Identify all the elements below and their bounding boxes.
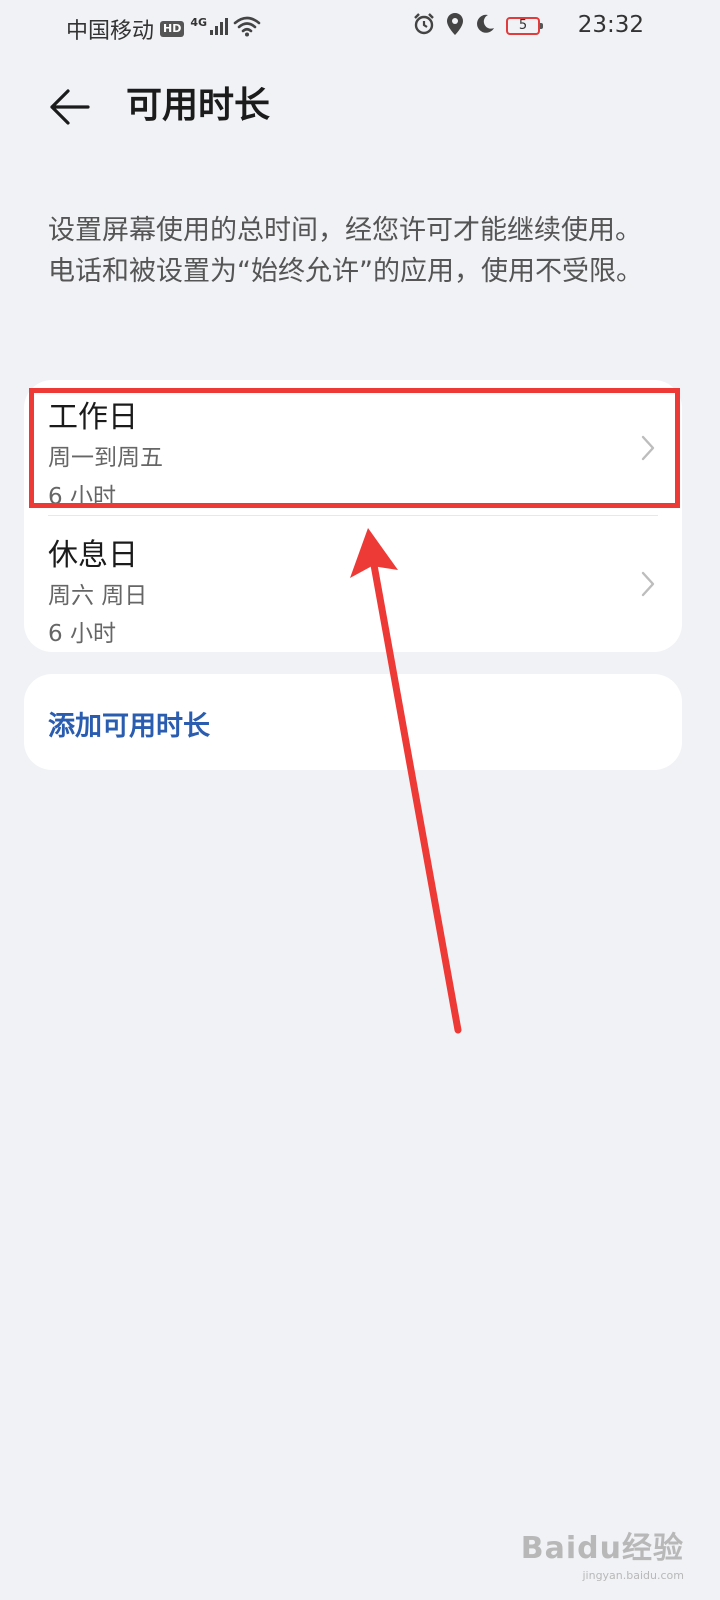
schedule-duration: 6 小时: [48, 621, 116, 647]
status-bar: 中国移动 HD 4G 5 23:32: [0, 0, 720, 54]
arrow-left-icon: [50, 89, 90, 125]
back-button[interactable]: [44, 84, 94, 130]
carrier-name: 中国移动: [66, 19, 155, 44]
schedule-title: 休息日: [48, 538, 138, 573]
chevron-right-icon: [641, 571, 655, 597]
hd-badge: HD: [160, 21, 185, 37]
annotation-highlight-box: [29, 388, 680, 508]
watermark: Baidu经验 jingyan.baidu.com: [521, 1523, 684, 1582]
add-duration-label: 添加可用时长: [48, 711, 210, 742]
watermark-logo: Baidu经验: [520, 1531, 684, 1566]
carrier-info: 中国移动 HD 4G: [66, 13, 261, 45]
location-icon: [446, 12, 464, 40]
status-time: 23:32: [577, 12, 644, 38]
battery-icon: 5: [506, 17, 543, 35]
add-duration-button[interactable]: 添加可用时长: [24, 674, 682, 770]
moon-icon: [474, 13, 496, 39]
status-icons: 5: [412, 12, 543, 40]
alarm-icon: [412, 12, 436, 40]
schedule-item-weekend[interactable]: 休息日 周六 周日 6 小时: [24, 516, 682, 652]
watermark-url: jingyan.baidu.com: [582, 1569, 684, 1582]
network-type: 4G: [190, 15, 208, 29]
signal-icon: [209, 16, 231, 42]
wifi-icon: [233, 15, 261, 43]
page-title: 可用时长: [126, 85, 271, 126]
description-text: 设置屏幕使用的总时间，经您许可才能继续使用。电话和被设置为“始终允许”的应用，使…: [48, 215, 643, 287]
schedule-days: 周六 周日: [48, 583, 148, 609]
